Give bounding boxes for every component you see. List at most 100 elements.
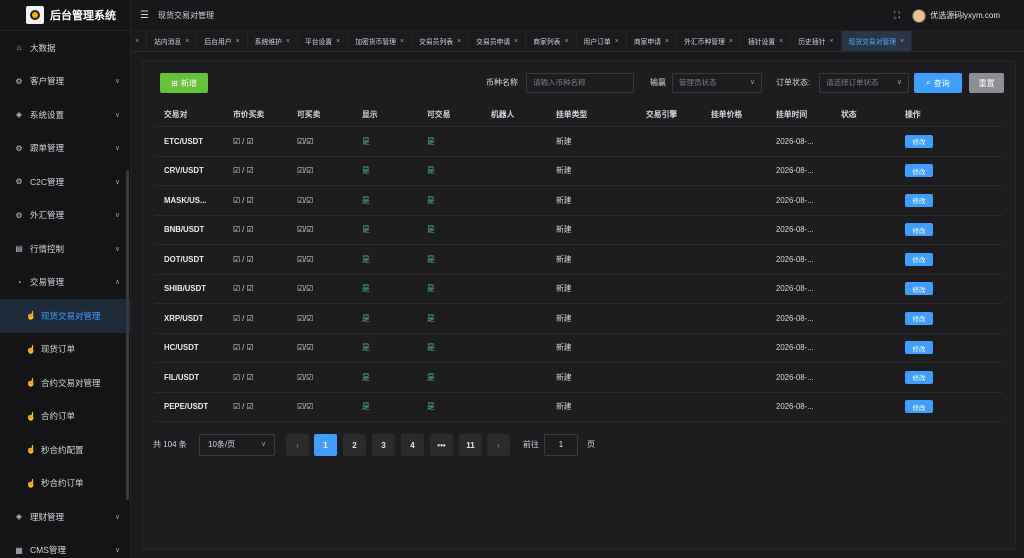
tab-6[interactable]: 交易员列表 × — [412, 31, 470, 51]
close-icon[interactable]: × — [564, 38, 568, 45]
tab-3[interactable]: 系统维护 × — [248, 31, 298, 51]
close-icon[interactable]: × — [829, 38, 833, 45]
sidebar-item-5[interactable]: ⚙ 外汇管理 ∨ — [0, 199, 130, 233]
tab-label: 现货交易对管理 — [848, 39, 897, 46]
sidebar-subitem-0[interactable]: ☝ 现货交易对管理 — [0, 299, 130, 333]
cell-market: ☑ / ☑ — [233, 225, 254, 235]
next-page-button[interactable]: › — [487, 434, 510, 456]
tab-12[interactable]: 插针设置 × — [741, 31, 792, 51]
close-icon[interactable]: × — [135, 38, 139, 45]
edit-button[interactable]: 修改 — [905, 193, 933, 207]
edit-button[interactable]: 修改 — [905, 370, 933, 384]
sidebar-item-4[interactable]: ⚙ C2C管理 ∨ — [0, 165, 130, 199]
tab-14[interactable]: 现货交易对管理 × — [841, 31, 913, 51]
edit-button[interactable]: 修改 — [905, 134, 933, 148]
sidebar-subitem-2[interactable]: ☝ 合约交易对管理 — [0, 366, 130, 400]
hamburger-icon[interactable]: ☰ — [140, 10, 149, 21]
tab-0[interactable]: × — [131, 31, 148, 51]
home-icon: ⌂ — [16, 43, 22, 53]
cell-tradable: ☑/☑ — [297, 313, 314, 323]
sidebar-item-7[interactable]: ◔ 交易管理 ∧ — [0, 266, 130, 300]
cell-tradable: ☑/☑ — [297, 166, 314, 176]
sidebar-subitem-label: 现货交易对管理 — [41, 310, 101, 321]
cell-market: ☑ / ☑ — [233, 284, 254, 294]
cell-tradable: ☑/☑ — [297, 225, 314, 235]
cell-order-type: 新建 — [556, 195, 572, 205]
page-size-select[interactable]: 10条/页 ∨ — [199, 434, 275, 456]
sidebar-item-2[interactable]: ◈ 系统设置 ∨ — [0, 98, 130, 132]
cell-tradable: ☑/☑ — [297, 136, 314, 146]
edit-button[interactable]: 修改 — [905, 311, 933, 325]
more-pages-button[interactable]: ••• — [430, 434, 453, 456]
cell-pair: BNB/USDT — [164, 225, 205, 235]
page-button-3[interactable]: 3 — [372, 434, 395, 456]
edit-button[interactable]: 修改 — [905, 400, 933, 414]
close-icon[interactable]: × — [615, 38, 619, 45]
close-icon[interactable]: × — [779, 38, 783, 45]
thumb-icon: ☝ — [26, 344, 36, 354]
tab-10[interactable]: 商家申请 × — [627, 31, 678, 51]
reset-button[interactable]: 重置 — [969, 73, 1004, 93]
sidebar-subitem-5[interactable]: ☝ 秒合约订单 — [0, 467, 130, 501]
sidebar-subitem-4[interactable]: ☝ 秒合约配置 — [0, 433, 130, 467]
chevron-up-icon: ∧ — [114, 279, 120, 287]
page-button-1[interactable]: 1 — [314, 434, 337, 456]
edit-button[interactable]: 修改 — [905, 341, 933, 355]
sidebar-subitem-1[interactable]: ☝ 现货订单 — [0, 333, 130, 367]
prev-page-button[interactable]: ‹ — [286, 434, 309, 456]
order-status-select[interactable]: 请选择订单状态 ∨ — [819, 73, 909, 93]
winlose-select[interactable]: 管理员状态 ∨ — [672, 73, 762, 93]
thumb-icon: ☝ — [26, 478, 36, 488]
tab-5[interactable]: 加密货币管理 × — [348, 31, 413, 51]
user-menu[interactable]: 优选源码lyxym.com — [912, 8, 1000, 23]
sidebar-item-3[interactable]: ⚙ 跟单管理 ∨ — [0, 132, 130, 166]
edit-button[interactable]: 修改 — [905, 282, 933, 296]
tab-8[interactable]: 商家列表 × — [526, 31, 577, 51]
tab-4[interactable]: 平台设置 × — [298, 31, 349, 51]
close-icon[interactable]: × — [457, 38, 461, 45]
close-icon[interactable]: × — [185, 38, 189, 45]
page-button-4[interactable]: 4 — [401, 434, 424, 456]
tab-11[interactable]: 外汇币种管理 × — [677, 31, 741, 51]
chevron-down-icon: ∨ — [114, 212, 120, 220]
table-row: XRP/USDT ☑ / ☑ ☑/☑ 是 是 新建 2026-08-... 修改 — [155, 304, 1003, 334]
tab-1[interactable]: 站内消息 × — [147, 31, 198, 51]
close-icon[interactable]: × — [514, 38, 518, 45]
sidebar-scrollbar[interactable] — [126, 170, 129, 500]
goto-input[interactable]: 1 — [544, 434, 578, 456]
cell-can-trade: 是 — [427, 284, 435, 294]
edit-button[interactable]: 修改 — [905, 223, 933, 237]
add-label: 新增 — [180, 78, 197, 88]
close-icon[interactable]: × — [286, 38, 290, 45]
tab-7[interactable]: 交易员申请 × — [469, 31, 527, 51]
avatar — [912, 8, 927, 23]
edit-button[interactable]: 修改 — [905, 252, 933, 266]
close-icon[interactable]: × — [729, 38, 733, 45]
close-icon[interactable]: × — [236, 38, 240, 45]
sidebar-item-6[interactable]: ▤ 行情控制 ∨ — [0, 232, 130, 266]
sidebar-item-0[interactable]: ⌂ 大数据 — [0, 31, 130, 65]
coin-input[interactable]: 请输入币种名称 — [526, 73, 634, 93]
close-icon[interactable]: × — [336, 38, 340, 45]
edit-button[interactable]: 修改 — [905, 164, 933, 178]
cell-can-trade: 是 — [427, 225, 435, 235]
tab-9[interactable]: 用户订单 × — [577, 31, 627, 51]
tab-label: 外汇币种管理 — [684, 39, 725, 46]
page-button-11[interactable]: 11 — [459, 434, 482, 456]
sidebar-item-1[interactable]: ⚙ 客户管理 ∨ — [0, 65, 130, 99]
sidebar-item-1[interactable]: ▦ CMS管理 ∨ — [0, 534, 130, 558]
sidebar-item-0[interactable]: ◈ 理财管理 ∨ — [0, 500, 130, 534]
add-button[interactable]: ⊞ 新增 — [160, 73, 208, 93]
sidebar-subitem-3[interactable]: ☝ 合约订单 — [0, 400, 130, 434]
close-icon[interactable]: × — [400, 38, 404, 45]
sidebar-item-label: 跟单管理 — [30, 143, 65, 154]
fullscreen-icon[interactable]: ⛶ — [894, 10, 900, 21]
logo-icon — [26, 6, 44, 24]
tab-13[interactable]: 历史插针 × — [791, 31, 842, 51]
close-icon[interactable]: × — [665, 38, 669, 45]
page-button-2[interactable]: 2 — [343, 434, 366, 456]
alarm-icon: ◔ — [16, 277, 22, 287]
search-button[interactable]: ⌕ 查询 — [914, 73, 962, 93]
tab-2[interactable]: 后台用户 × — [197, 31, 248, 51]
close-icon[interactable]: × — [900, 38, 904, 45]
